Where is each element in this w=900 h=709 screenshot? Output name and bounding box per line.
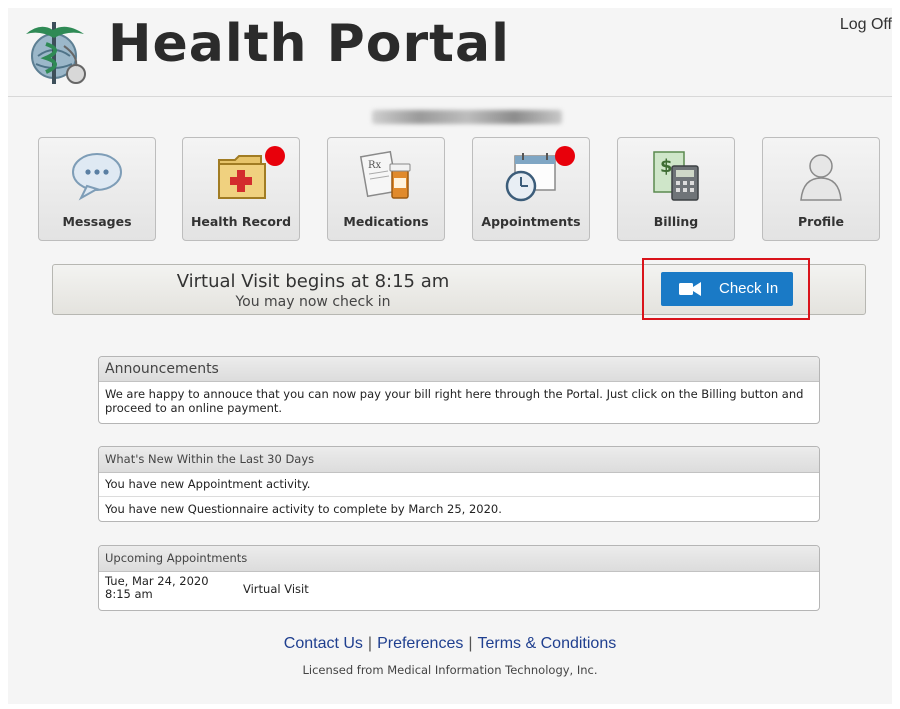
check-in-label: Check In [719,280,779,297]
health-record-tile[interactable]: Health Record [182,137,300,241]
calculator-money-icon: $ [653,151,699,201]
appointment-datetime: Tue, Mar 24, 2020 8:15 am [105,575,209,601]
footer-links: Contact Us | Preferences | Terms & Condition… [8,635,892,653]
notification-badge [265,146,285,166]
tile-label: Billing [653,214,699,229]
chat-bubble-icon [72,153,122,201]
video-camera-icon [679,282,701,296]
notification-badge [555,146,575,166]
tile-label: Medications [343,214,429,229]
portal-frame: Health Portal Log Off Messages Health Re… [8,8,892,704]
tile-label: Appointments [481,214,581,229]
announcements-panel: Announcements We are happy to annouce th… [98,356,820,424]
billing-tile[interactable]: $ Billing [617,137,735,241]
announcements-text: We are happy to annouce that you can now… [105,387,804,415]
caduceus-logo-icon [26,22,86,84]
whats-new-panel: What's New Within the Last 30 Days You h… [98,446,820,522]
separator: | [468,635,473,652]
appointment-row[interactable]: Tue, Mar 24, 2020 8:15 am Virtual Visit [99,572,819,610]
whats-new-item[interactable]: You have new Questionnaire activity to c… [99,496,819,521]
tile-label: Profile [798,214,844,229]
appointment-time: 8:15 am [105,587,153,601]
appointment-type: Virtual Visit [243,582,309,596]
upcoming-appointments-title: Upcoming Appointments [99,546,819,572]
medical-folder-icon [218,155,266,199]
upcoming-appointments-panel: Upcoming Appointments Tue, Mar 24, 2020 … [98,545,820,611]
check-in-button[interactable]: Check In [661,272,793,306]
separator: | [367,635,373,652]
blurred-user-name [372,110,562,124]
whats-new-title: What's New Within the Last 30 Days [99,447,819,473]
tile-label: Messages [62,214,132,229]
prescription-icon: Rx [359,150,411,199]
profile-tile[interactable]: Profile [762,137,880,241]
whats-new-item[interactable]: You have new Appointment activity. [99,473,819,496]
contact-us-link[interactable]: Contact Us [284,635,363,652]
tile-label: Health Record [190,214,292,229]
calendar-clock-icon [505,153,556,202]
virtual-visit-subtitle: You may now check in [235,294,391,310]
svg-text:$: $ [660,156,673,177]
user-icon [800,154,842,201]
portal-title: Health Portal [108,14,510,74]
logoff-link[interactable]: Log Off [840,16,892,34]
virtual-visit-title: Virtual Visit begins at 8:15 am [176,271,450,292]
svg-text:Rx: Rx [368,160,382,171]
appointments-tile[interactable]: Appointments [472,137,590,241]
messages-tile[interactable]: Messages [38,137,156,241]
terms-link[interactable]: Terms & Conditions [478,635,617,652]
medications-tile[interactable]: Rx Medications [327,137,445,241]
preferences-link[interactable]: Preferences [377,635,463,652]
license-text: Licensed from Medical Information Techno… [302,663,598,677]
announcements-title: Announcements [99,357,819,382]
header: Health Portal Log Off [8,8,892,97]
